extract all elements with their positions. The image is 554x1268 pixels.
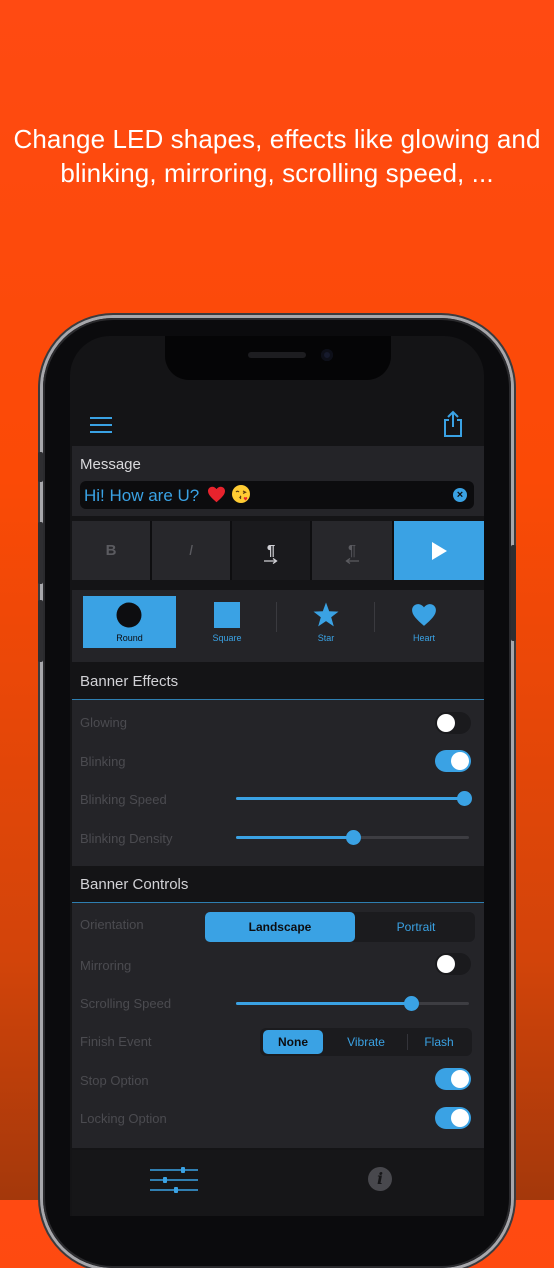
blinking-density-slider[interactable] [236,830,469,845]
blinking-density-label: Blinking Density [80,831,173,846]
text-direction-ltr-button[interactable]: ¶ [232,521,310,580]
shape-divider [374,602,375,632]
text-direction-rtl-button[interactable]: ¶ [312,521,392,580]
star-icon [313,602,339,627]
shape-square-button[interactable]: Square [180,596,274,648]
shape-selector: Round Square Star Heart [72,590,484,662]
stop-option-label: Stop Option [80,1073,149,1088]
format-toolbar: B I ¶ ¶ [72,521,484,580]
promo-line-2: blinking, mirroring, scrolling speed, ..… [60,158,494,188]
promo-headline: Change LED shapes, effects like glowing … [0,122,554,190]
shape-square-label: Square [212,633,242,643]
shape-round-label: Round [116,633,143,643]
phone-notch [165,336,391,380]
shape-heart-button[interactable]: Heart [376,596,472,648]
front-camera [321,349,333,361]
shape-star-label: Star [317,633,335,643]
finish-event-none-option[interactable]: None [263,1030,323,1054]
message-label: Message [80,456,141,473]
banner-effects-title: Banner Effects [80,673,179,690]
blinking-speed-slider[interactable] [236,791,472,806]
bold-button[interactable]: B [72,521,150,580]
locking-option-toggle[interactable] [435,1107,471,1129]
blinking-speed-label: Blinking Speed [80,792,167,807]
info-icon[interactable]: i [368,1167,392,1191]
glowing-toggle[interactable] [435,712,471,734]
promo-line-1: Change LED shapes, effects like glowing … [13,124,541,154]
side-button-power [511,545,516,641]
orientation-landscape-option[interactable]: Landscape [205,912,355,942]
banner-controls-title: Banner Controls [80,876,189,893]
stop-option-toggle[interactable] [435,1068,471,1090]
blinking-toggle[interactable] [435,750,471,772]
play-icon [432,542,447,560]
locking-option-label: Locking Option [80,1111,167,1126]
scrolling-speed-slider[interactable] [236,996,469,1011]
finish-event-vibrate-option[interactable]: Vibrate [326,1028,406,1056]
shape-heart-label: Heart [412,633,435,643]
glowing-label: Glowing [80,715,127,730]
message-text-wrap: Hi! How are U? [84,484,251,509]
orientation-portrait-option[interactable]: Portrait [357,912,475,942]
share-icon[interactable] [442,410,464,438]
mirroring-toggle[interactable] [435,953,471,975]
finish-event-label: Finish Event [80,1034,152,1049]
sliders-icon[interactable] [150,1166,198,1200]
side-button-volume-down [38,600,43,662]
tab-bar [72,1150,484,1216]
blinking-label: Blinking [80,754,126,769]
clear-text-button[interactable]: × [453,488,467,502]
scrolling-speed-label: Scrolling Speed [80,996,172,1011]
hamburger-icon[interactable] [90,417,112,433]
orientation-segmented-control: Landscape Portrait [205,912,475,942]
arrow-right-icon [264,558,278,564]
square-icon [214,602,240,628]
play-button[interactable] [394,521,484,580]
shape-round-button[interactable]: Round [83,596,176,648]
phone-speaker [248,352,306,358]
heart-emoji-icon [207,486,226,508]
kiss-emoji-icon [231,484,251,509]
side-button-volume-up [38,522,43,584]
finish-event-segmented-control: None Vibrate Flash [260,1028,472,1056]
message-value[interactable]: Hi! How are U? [84,486,199,505]
info-glyph: i [376,1169,384,1188]
ltr-glyph: ¶ [266,542,276,559]
shape-divider [276,602,277,632]
italic-button[interactable]: I [152,521,230,580]
finish-event-flash-option[interactable]: Flash [408,1028,470,1056]
mirroring-label: Mirroring [80,958,132,973]
heart-icon [412,604,436,626]
rtl-glyph: ¶ [347,542,357,559]
circle-icon [116,602,142,628]
shape-star-button[interactable]: Star [278,596,374,648]
arrow-left-icon [345,558,359,564]
orientation-label: Orientation [80,917,144,932]
side-button-mute [38,452,43,482]
